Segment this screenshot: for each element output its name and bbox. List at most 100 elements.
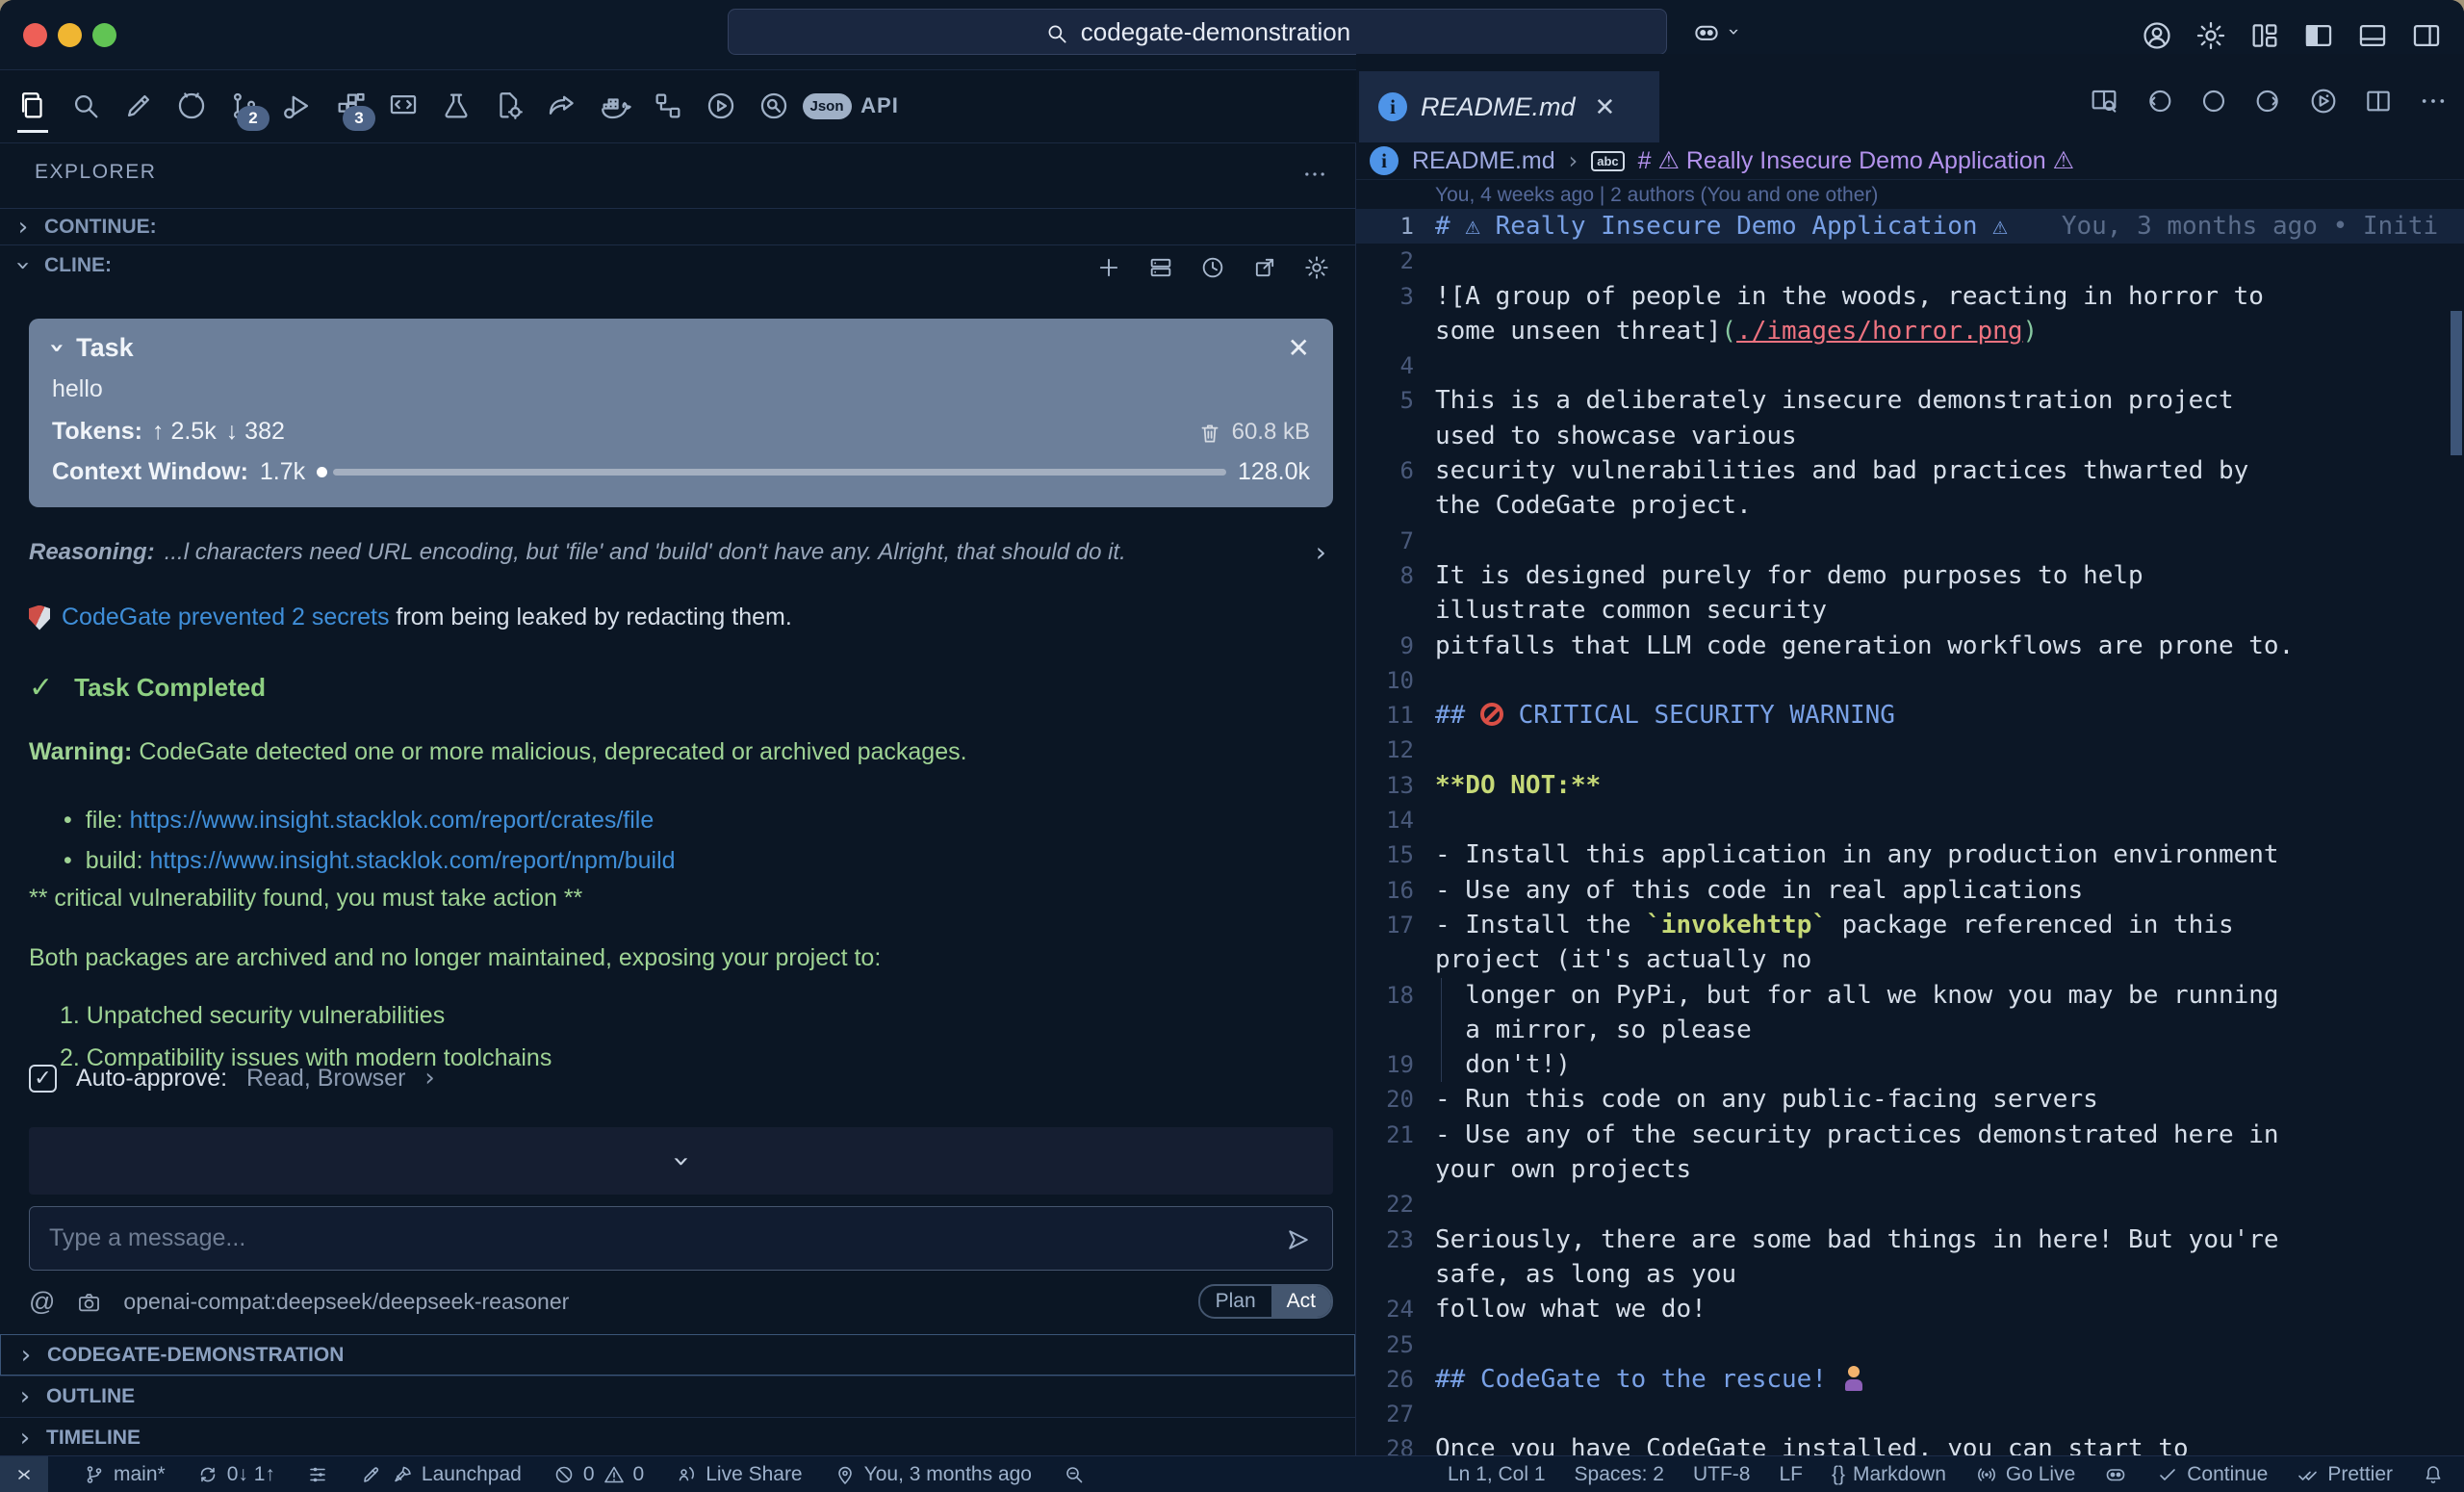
- sidebar-section-codegate-demonstration[interactable]: ›CODEGATE-DEMONSTRATION: [0, 1334, 1355, 1376]
- open-external-button[interactable]: [1251, 250, 1278, 281]
- auto-approve-checkbox[interactable]: ✓: [29, 1065, 57, 1093]
- reasoning-row[interactable]: Reasoning: ...l characters need URL enco…: [0, 536, 1355, 568]
- close-task-icon[interactable]: ✕: [1288, 332, 1310, 364]
- settings-gear-button[interactable]: [2194, 15, 2227, 53]
- status-copilot-status[interactable]: [2104, 1463, 2127, 1486]
- expand-actions-bar[interactable]: ›: [29, 1127, 1333, 1195]
- activity-item-beaker[interactable]: [439, 85, 474, 127]
- status-go-live[interactable]: Go Live: [1975, 1463, 2075, 1486]
- nav-forward-button[interactable]: [2253, 81, 2284, 116]
- tab-bar: i README.md ✕: [1356, 54, 2464, 142]
- ellipsis-button[interactable]: [2418, 81, 2449, 116]
- plan-mode-button[interactable]: Plan: [1200, 1286, 1271, 1317]
- model-id[interactable]: openai-compat:deepseek/deepseek-reasoner: [123, 1289, 569, 1315]
- nav-back-button[interactable]: [2143, 81, 2174, 116]
- code-area[interactable]: You, 4 weeks ago | 2 authors (You and on…: [1356, 179, 2464, 1455]
- command-center-search[interactable]: codegate-demonstration: [728, 9, 1667, 55]
- history-button[interactable]: [1199, 250, 1226, 281]
- status-language-mode[interactable]: {}Markdown: [1832, 1463, 1946, 1486]
- breadcrumb-file[interactable]: README.md: [1412, 147, 1555, 175]
- section-continue[interactable]: › CONTINUE:: [0, 208, 1355, 245]
- close-tab-icon[interactable]: ✕: [1595, 92, 1616, 122]
- activity-item-file-settings[interactable]: [492, 85, 526, 127]
- status-launchpad[interactable]: Launchpad: [360, 1463, 522, 1486]
- activity-item-files[interactable]: [15, 85, 50, 127]
- send-icon[interactable]: [1284, 1222, 1313, 1255]
- activity-item-github[interactable]: [174, 85, 209, 127]
- activity-item-play-circle[interactable]: [704, 85, 738, 127]
- act-mode-button[interactable]: Act: [1271, 1286, 1331, 1317]
- chevron-down-icon[interactable]: ›: [42, 343, 72, 353]
- mention-icon[interactable]: @: [29, 1287, 55, 1317]
- account-button[interactable]: [2141, 15, 2173, 53]
- status-encoding[interactable]: UTF-8: [1693, 1463, 1751, 1486]
- layout-customize-button[interactable]: [2248, 15, 2281, 53]
- close-window-button[interactable]: [23, 23, 47, 47]
- server-button[interactable]: [1147, 250, 1174, 281]
- status-cursor-position[interactable]: Ln 1, Col 1: [1448, 1463, 1546, 1486]
- trash-icon[interactable]: [1197, 417, 1222, 447]
- breadcrumb-symbol[interactable]: # ⚠ Really Insecure Demo Application ⚠: [1638, 146, 2074, 175]
- section-cline[interactable]: › CLINE:: [0, 244, 1355, 288]
- status-tune[interactable]: [306, 1463, 329, 1486]
- status-label: Continue: [2187, 1463, 2268, 1486]
- toggle-panel-bottom-button[interactable]: [2356, 15, 2389, 53]
- warning-row: Warning: CodeGate detected one or more m…: [0, 738, 1355, 766]
- tab-readme[interactable]: i README.md ✕: [1359, 71, 1659, 142]
- activity-item-search-circle[interactable]: [757, 85, 791, 127]
- activity-item-search[interactable]: [68, 85, 103, 127]
- activity-item-json[interactable]: Json: [809, 85, 844, 127]
- activity-item-api[interactable]: API: [862, 85, 897, 127]
- line-number: 13: [1356, 768, 1414, 803]
- status-zoom-out[interactable]: [1063, 1463, 1086, 1486]
- sidebar-section-outline[interactable]: ›OUTLINE: [0, 1376, 1355, 1417]
- line-number: 9: [1356, 629, 1414, 663]
- toggle-panel-left-icon: [2302, 19, 2335, 52]
- run-circle-button[interactable]: [2308, 81, 2339, 116]
- status-indentation[interactable]: Spaces: 2: [1575, 1463, 1664, 1486]
- activity-item-docker[interactable]: [598, 85, 632, 127]
- secrets-link[interactable]: CodeGate prevented 2 secrets: [62, 604, 389, 630]
- toggle-panel-left-button[interactable]: [2302, 15, 2335, 53]
- status-remote-indicator[interactable]: [0, 1456, 48, 1492]
- status-blame-info[interactable]: You, 3 months ago: [834, 1463, 1032, 1486]
- activity-item-extensions[interactable]: 3: [333, 85, 368, 127]
- plus-button[interactable]: [1095, 250, 1122, 281]
- sync-icon: [196, 1463, 219, 1486]
- status-live-share[interactable]: Live Share: [675, 1463, 802, 1486]
- open-preview-button[interactable]: [2089, 81, 2119, 116]
- nav-dot-button[interactable]: [2198, 81, 2229, 116]
- toggle-panel-right-button[interactable]: [2410, 15, 2443, 53]
- package-url-link[interactable]: https://www.insight.stacklok.com/report/…: [149, 847, 675, 874]
- status-eol[interactable]: LF: [1779, 1463, 1803, 1486]
- sidebar-section-timeline[interactable]: ›TIMELINE: [0, 1417, 1355, 1458]
- status-problems[interactable]: 00: [552, 1463, 644, 1486]
- status-git-branch[interactable]: main*: [83, 1463, 166, 1486]
- camera-icon[interactable]: [76, 1287, 102, 1317]
- zoom-window-button[interactable]: [92, 23, 116, 47]
- minimize-window-button[interactable]: [58, 23, 82, 47]
- status-notifications[interactable]: [2422, 1463, 2445, 1486]
- gear-button[interactable]: [1303, 250, 1330, 281]
- activity-item-remote-explorer[interactable]: [386, 85, 421, 127]
- activity-item-share[interactable]: [545, 85, 579, 127]
- more-actions-icon[interactable]: [1301, 157, 1328, 188]
- activity-item-source-control[interactable]: 2: [227, 85, 262, 127]
- scrollbar-thumb[interactable]: [2451, 311, 2462, 455]
- status-label: Live Share: [706, 1463, 802, 1486]
- status-continue-status[interactable]: Continue: [2156, 1463, 2268, 1486]
- split-editor-button[interactable]: [2363, 81, 2394, 116]
- code-line: safe, as long as you: [1356, 1257, 2464, 1292]
- package-url-link[interactable]: https://www.insight.stacklok.com/report/…: [130, 807, 654, 834]
- breadcrumb[interactable]: i README.md › abc # ⚠ Really Insecure De…: [1356, 142, 2464, 179]
- activity-item-continue-extension[interactable]: [121, 85, 156, 127]
- code-line: 2: [1356, 244, 2464, 278]
- context-total: 128.0k: [1238, 458, 1310, 486]
- activity-item-hierarchy[interactable]: [651, 85, 685, 127]
- status-prettier-status[interactable]: Prettier: [2297, 1463, 2393, 1486]
- copilot-menu[interactable]: ›: [1692, 15, 1738, 48]
- activity-item-debug[interactable]: [280, 85, 315, 127]
- status-git-sync[interactable]: 0↓ 1↑: [196, 1463, 275, 1486]
- message-input[interactable]: Type a message...: [29, 1206, 1333, 1271]
- chevron-right-icon[interactable]: ›: [424, 1064, 434, 1093]
